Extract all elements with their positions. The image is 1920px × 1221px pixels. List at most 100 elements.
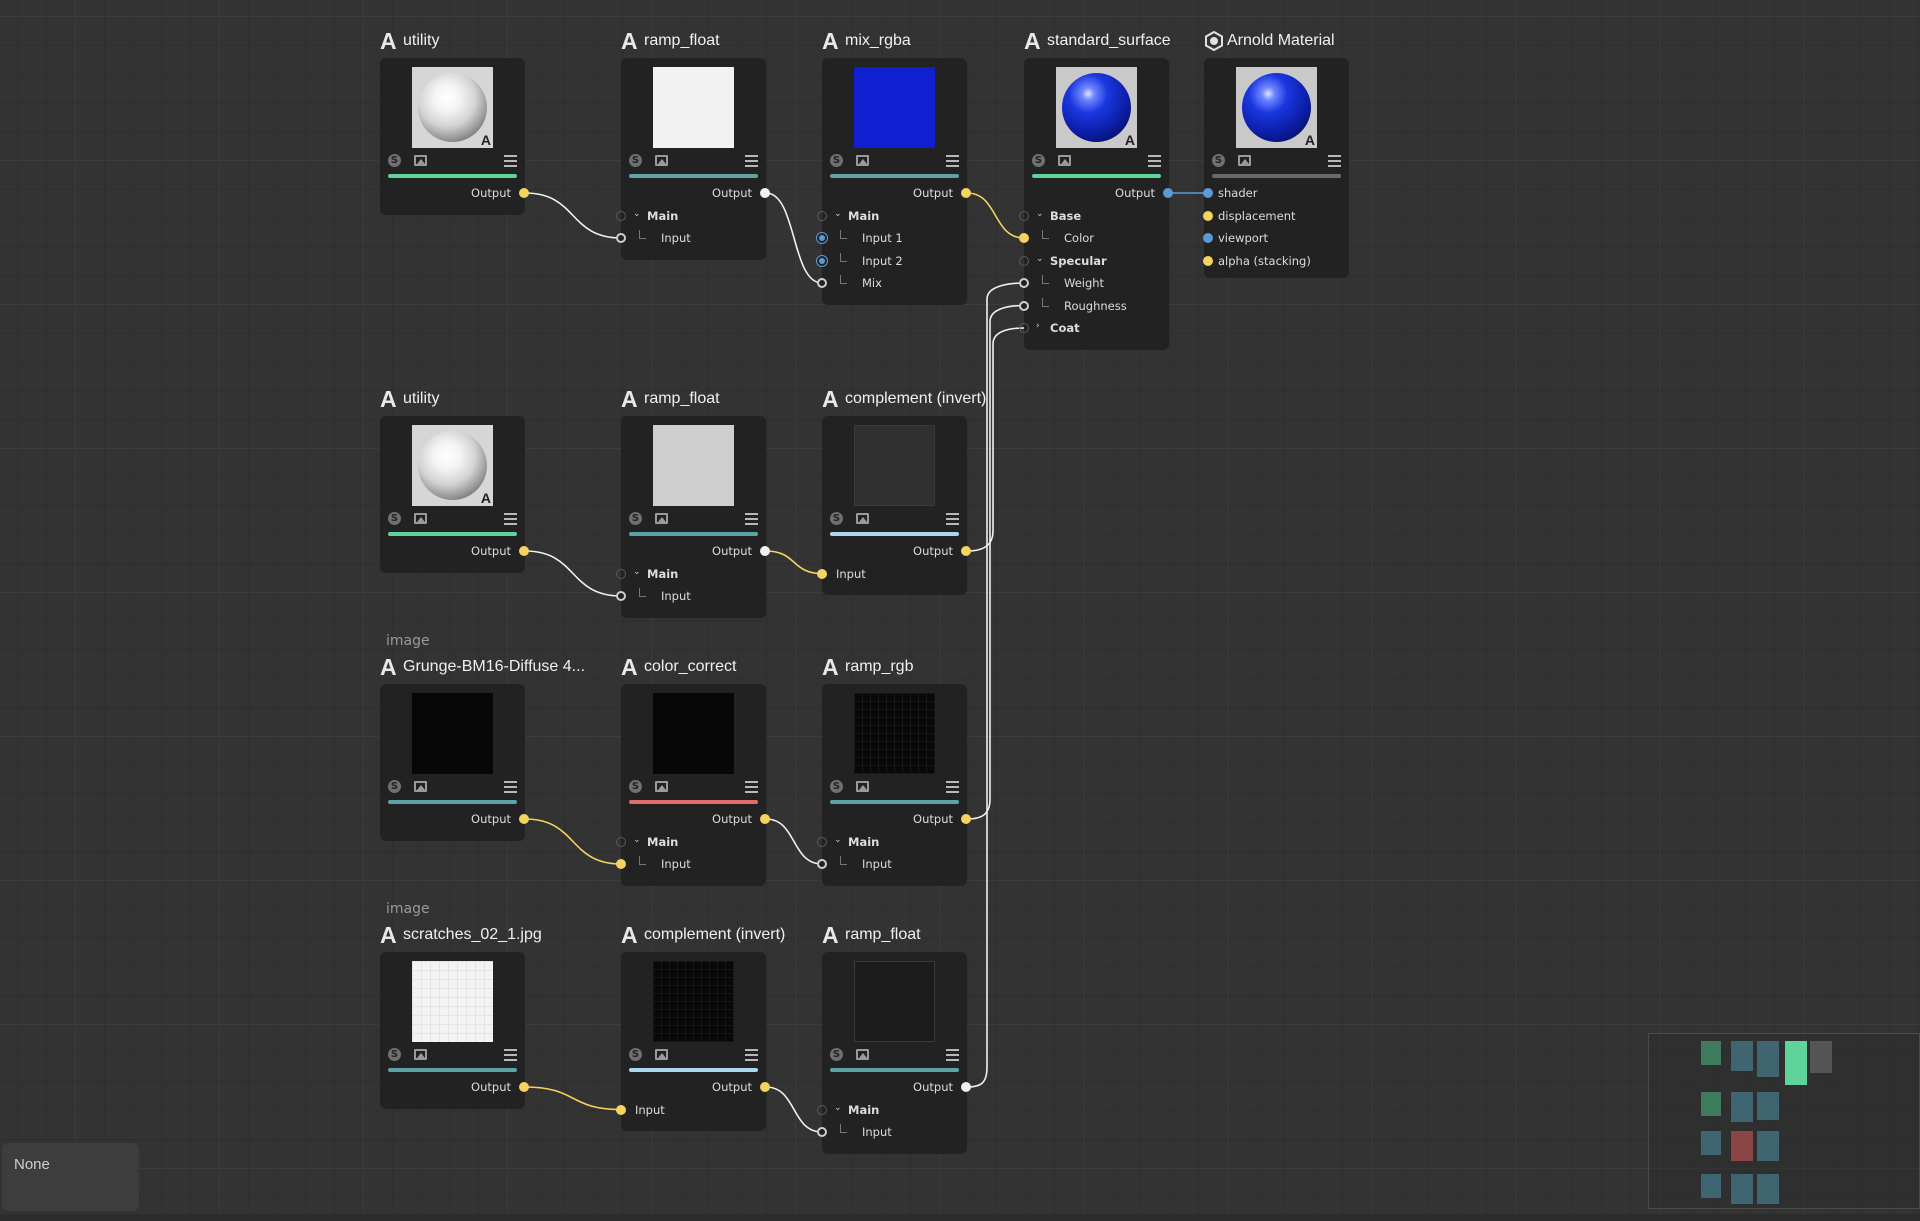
image-icon[interactable]: [655, 155, 668, 166]
group-port[interactable]: [817, 1104, 827, 1115]
image-icon[interactable]: [1238, 155, 1251, 166]
node-body[interactable]: A S Output: [380, 416, 529, 573]
group-port[interactable]: [616, 836, 626, 847]
output-port[interactable]: [760, 188, 770, 198]
wire-scratch-to-comp2[interactable]: [524, 1086, 622, 1111]
dollar-icon[interactable]: S: [629, 154, 642, 167]
image-icon[interactable]: [856, 1049, 869, 1060]
input-port[interactable]: [616, 1104, 626, 1115]
wire-mix-to-std[interactable]: [966, 192, 1025, 239]
node-body[interactable]: A S Output ⌄ Base Color ⌄ Specular Weight Rough…: [1019, 58, 1173, 350]
input-port[interactable]: [817, 568, 827, 579]
node-header[interactable]: Amix_rgba: [822, 28, 911, 54]
wire-grunge-to-cc[interactable]: [524, 818, 622, 865]
node-header[interactable]: Autility: [380, 28, 439, 54]
menu-icon[interactable]: [504, 1049, 517, 1061]
menu-icon[interactable]: [1328, 155, 1341, 167]
node-body[interactable]: S Output ⌄ Main Input 1 Input 2 Mix: [817, 58, 971, 305]
output-port[interactable]: [760, 546, 770, 556]
chevron-down-icon[interactable]: ⌄: [834, 835, 842, 845]
dollar-icon[interactable]: S: [830, 512, 843, 525]
input-port[interactable]: [817, 255, 827, 266]
input-port[interactable]: [1203, 255, 1213, 266]
node-ramp-rgb[interactable]: Aramp_rgb S Output ⌄ Main Input: [817, 654, 971, 886]
wire-comp2-to-ramp3[interactable]: [765, 1086, 823, 1133]
output-port[interactable]: [961, 546, 971, 556]
input-port[interactable]: [1203, 188, 1213, 198]
dollar-icon[interactable]: S: [1032, 154, 1045, 167]
node-color-correct[interactable]: Acolor_correct S Output ⌄ Main Input: [616, 654, 770, 886]
node-body[interactable]: S Output Input: [616, 952, 770, 1131]
node-header[interactable]: Acomplement (invert): [621, 922, 785, 948]
dollar-icon[interactable]: S: [629, 780, 642, 793]
chevron-down-icon[interactable]: ⌄: [1036, 209, 1044, 219]
input-port[interactable]: [1019, 233, 1029, 243]
chevron-down-icon[interactable]: ⌄: [1036, 254, 1044, 264]
node-scratches-02-1-jpg[interactable]: image Ascratches_02_1.jpg S Output: [380, 901, 542, 1109]
input-port[interactable]: [817, 278, 827, 288]
node-body[interactable]: S Output Input: [817, 416, 971, 595]
image-icon[interactable]: [414, 781, 427, 792]
dollar-icon[interactable]: S: [388, 512, 401, 525]
node-body[interactable]: S Output ⌄ Main Input: [616, 416, 770, 618]
node-header[interactable]: A Grunge-BM16-Diffuse 4...: [380, 654, 585, 680]
chevron-right-icon[interactable]: ›: [1036, 321, 1040, 331]
node-ramp-float[interactable]: Aramp_float S Output ⌄ Main Input: [616, 28, 770, 260]
input-port[interactable]: [1203, 210, 1213, 221]
output-port[interactable]: [961, 1082, 971, 1092]
output-port[interactable]: [519, 814, 529, 824]
output-port[interactable]: [961, 188, 971, 198]
chevron-down-icon[interactable]: ⌄: [633, 835, 641, 845]
node-body[interactable]: S Output ⌄ Main Input: [616, 58, 770, 260]
menu-icon[interactable]: [946, 155, 959, 167]
chevron-down-icon[interactable]: ⌄: [633, 567, 641, 577]
chevron-down-icon[interactable]: ⌄: [834, 1103, 842, 1113]
node-body[interactable]: S Output ⌄ Main Input: [817, 952, 971, 1154]
group-port[interactable]: [1019, 255, 1029, 266]
input-port[interactable]: [1019, 300, 1029, 311]
dollar-icon[interactable]: S: [388, 154, 401, 167]
node-body[interactable]: A S Output: [380, 58, 529, 215]
wire-comp1-to-std[interactable]: [966, 327, 1025, 552]
menu-icon[interactable]: [745, 155, 758, 167]
image-icon[interactable]: [414, 1049, 427, 1060]
node-header[interactable]: Aramp_rgb: [822, 654, 913, 680]
input-port[interactable]: [616, 591, 626, 601]
input-port[interactable]: [817, 233, 827, 243]
chevron-down-icon[interactable]: ⌄: [633, 209, 641, 219]
group-port[interactable]: [817, 836, 827, 847]
dollar-icon[interactable]: S: [1212, 154, 1225, 167]
node-header[interactable]: Arnold Material: [1204, 28, 1335, 54]
image-icon[interactable]: [655, 1049, 668, 1060]
menu-icon[interactable]: [504, 513, 517, 525]
input-port[interactable]: [817, 859, 827, 869]
node-standard-surface[interactable]: Astandard_surface A S Output ⌄ Base Color ⌄ Sp…: [1019, 28, 1173, 350]
node-complement-invert[interactable]: Acomplement (invert) S Output Input: [616, 922, 785, 1131]
minimap[interactable]: [1648, 1033, 1920, 1209]
node-header[interactable]: Aramp_float: [621, 28, 720, 54]
dollar-icon[interactable]: S: [830, 780, 843, 793]
group-port[interactable]: [817, 210, 827, 221]
wire-cc-to-rrgb[interactable]: [765, 818, 823, 865]
node-body[interactable]: A S shader displacement viewport alpha (sta…: [1203, 58, 1349, 278]
output-port[interactable]: [519, 188, 529, 198]
dollar-icon[interactable]: S: [629, 1048, 642, 1061]
node-body[interactable]: S Output ⌄ Main Input: [616, 684, 770, 886]
node-mix-rgba[interactable]: Amix_rgba S Output ⌄ Main Input 1 Input 2 Mix: [817, 28, 971, 305]
image-icon[interactable]: [1058, 155, 1071, 166]
wire-ramp1-to-mix[interactable]: [765, 192, 823, 284]
input-port[interactable]: [616, 859, 626, 869]
node-header[interactable]: Aramp_float: [822, 922, 921, 948]
node-header[interactable]: Acolor_correct: [621, 654, 736, 680]
node-body[interactable]: S Output: [380, 684, 529, 841]
image-icon[interactable]: [856, 155, 869, 166]
menu-icon[interactable]: [1148, 155, 1161, 167]
dollar-icon[interactable]: S: [629, 512, 642, 525]
group-port[interactable]: [1019, 210, 1029, 221]
node-arnold-material[interactable]: Arnold Material A S shader displacement vie…: [1203, 31, 1349, 278]
dollar-icon[interactable]: S: [388, 780, 401, 793]
output-port[interactable]: [961, 814, 971, 824]
menu-icon[interactable]: [504, 155, 517, 167]
image-icon[interactable]: [414, 155, 427, 166]
input-port[interactable]: [1203, 233, 1213, 243]
